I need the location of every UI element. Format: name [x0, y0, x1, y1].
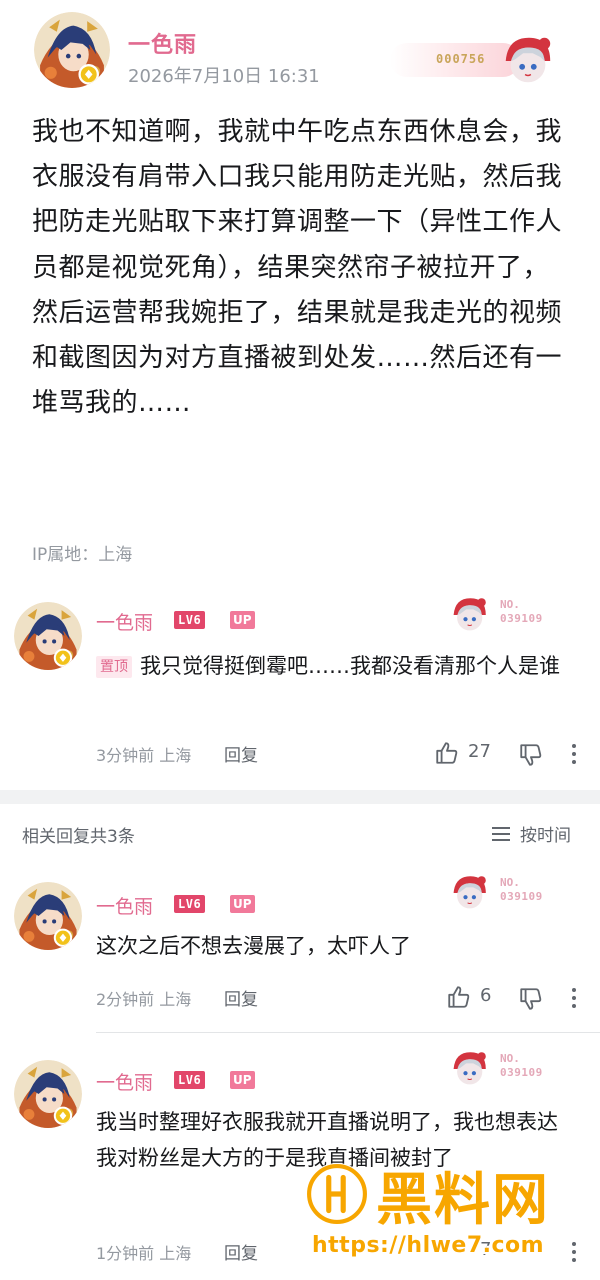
comment-avatar[interactable] — [14, 602, 82, 670]
post-author-name[interactable]: 一色雨 — [128, 27, 197, 59]
comment-location: 上海 — [159, 990, 192, 1009]
comment-author-name[interactable]: 一色雨 — [96, 1068, 153, 1095]
fan-badge-chibi-icon — [498, 32, 556, 90]
fan-badge-chibi-icon — [448, 1048, 490, 1090]
fan-number-label: NO. — [500, 876, 520, 889]
reply-button[interactable]: 回复 — [224, 1239, 258, 1264]
fan-number-badge: NO. 039109 — [448, 1050, 558, 1092]
replies-count-title: 相关回复共3条 — [22, 827, 135, 847]
post-ip-location: IP属地：上海 — [32, 545, 133, 565]
fan-badge[interactable]: 000756 — [390, 36, 562, 84]
fan-number-value: 039109 — [500, 612, 543, 625]
comment-time: 3分钟前 上海 — [96, 742, 191, 766]
author-avatar[interactable] — [34, 12, 110, 88]
like-count: 6 — [480, 985, 492, 1006]
comment-text: 这次之后不想去漫展了，太吓人了 — [96, 934, 411, 958]
like-icon[interactable] — [446, 984, 472, 1010]
up-badge: UP — [230, 611, 255, 629]
comment-location: 上海 — [159, 746, 192, 765]
fan-badge-number: 000756 — [436, 52, 486, 66]
fan-number-badge: NO. 039109 — [448, 596, 558, 638]
comment-author-name[interactable]: 一色雨 — [96, 892, 153, 919]
up-badge: UP — [230, 895, 255, 913]
comment-time-ago: 3分钟前 — [96, 746, 155, 765]
fan-number-value: 039109 — [500, 1066, 543, 1079]
level-badge: LV6 — [174, 895, 206, 913]
reply-divider — [96, 1032, 600, 1033]
fan-number-badge: NO. 039109 — [448, 874, 558, 916]
more-icon[interactable] — [566, 742, 582, 766]
more-icon[interactable] — [566, 986, 582, 1010]
watermark-brand: 黑料网 — [376, 1168, 550, 1233]
avatar-illustration — [14, 882, 82, 950]
comment-text: 我只觉得挺倒霉吧……我都没看清那个人是谁 — [140, 654, 560, 678]
fan-number-value: 039109 — [500, 890, 543, 903]
reply-button[interactable]: 回复 — [224, 985, 258, 1010]
fan-badge-chibi-icon — [448, 872, 490, 914]
comment-time: 1分钟前 上海 — [96, 1240, 191, 1264]
watermark-logo-icon — [306, 1163, 368, 1225]
fan-number-label: NO. — [500, 1052, 520, 1065]
level-badge: LV6 — [174, 611, 206, 629]
post-body-text: 我也不知道啊，我就中午吃点东西休息会，我衣服没有肩带入口我只能用防走光贴，然后我… — [32, 117, 563, 419]
dislike-icon[interactable] — [518, 986, 544, 1012]
section-divider — [0, 790, 600, 804]
pinned-tag: 置顶 — [96, 656, 132, 678]
level-badge: LV6 — [174, 1071, 206, 1089]
watermark-url: https://hlwe7.com — [312, 1233, 545, 1258]
comment-time-ago: 1分钟前 — [96, 1244, 155, 1263]
avatar-illustration — [14, 602, 82, 670]
watermark: 黑料网 https://hlwe7.com — [300, 1155, 600, 1280]
comment-time-ago: 2分钟前 — [96, 990, 155, 1009]
fan-badge-chibi-icon — [448, 594, 490, 636]
comment-avatar[interactable] — [14, 882, 82, 950]
comment-location: 上海 — [159, 1244, 192, 1263]
reply-button[interactable]: 回复 — [224, 741, 258, 766]
comment-text-block: 置顶 我只觉得挺倒霉吧……我都没看清那个人是谁 — [96, 648, 576, 684]
avatar-illustration — [14, 1060, 82, 1128]
comment-avatar[interactable] — [14, 1060, 82, 1128]
comment-author-name[interactable]: 一色雨 — [96, 608, 153, 635]
like-icon[interactable] — [434, 740, 460, 766]
sort-by-time-button[interactable]: 按时间 — [492, 821, 571, 846]
avatar-illustration — [34, 12, 110, 88]
post-timestamp: 2026年7月10日 16:31 — [128, 66, 320, 87]
dislike-icon[interactable] — [518, 742, 544, 768]
up-badge: UP — [230, 1071, 255, 1089]
fan-number-label: NO. — [500, 598, 520, 611]
comment-time: 2分钟前 上海 — [96, 986, 191, 1010]
like-count: 27 — [468, 741, 491, 762]
